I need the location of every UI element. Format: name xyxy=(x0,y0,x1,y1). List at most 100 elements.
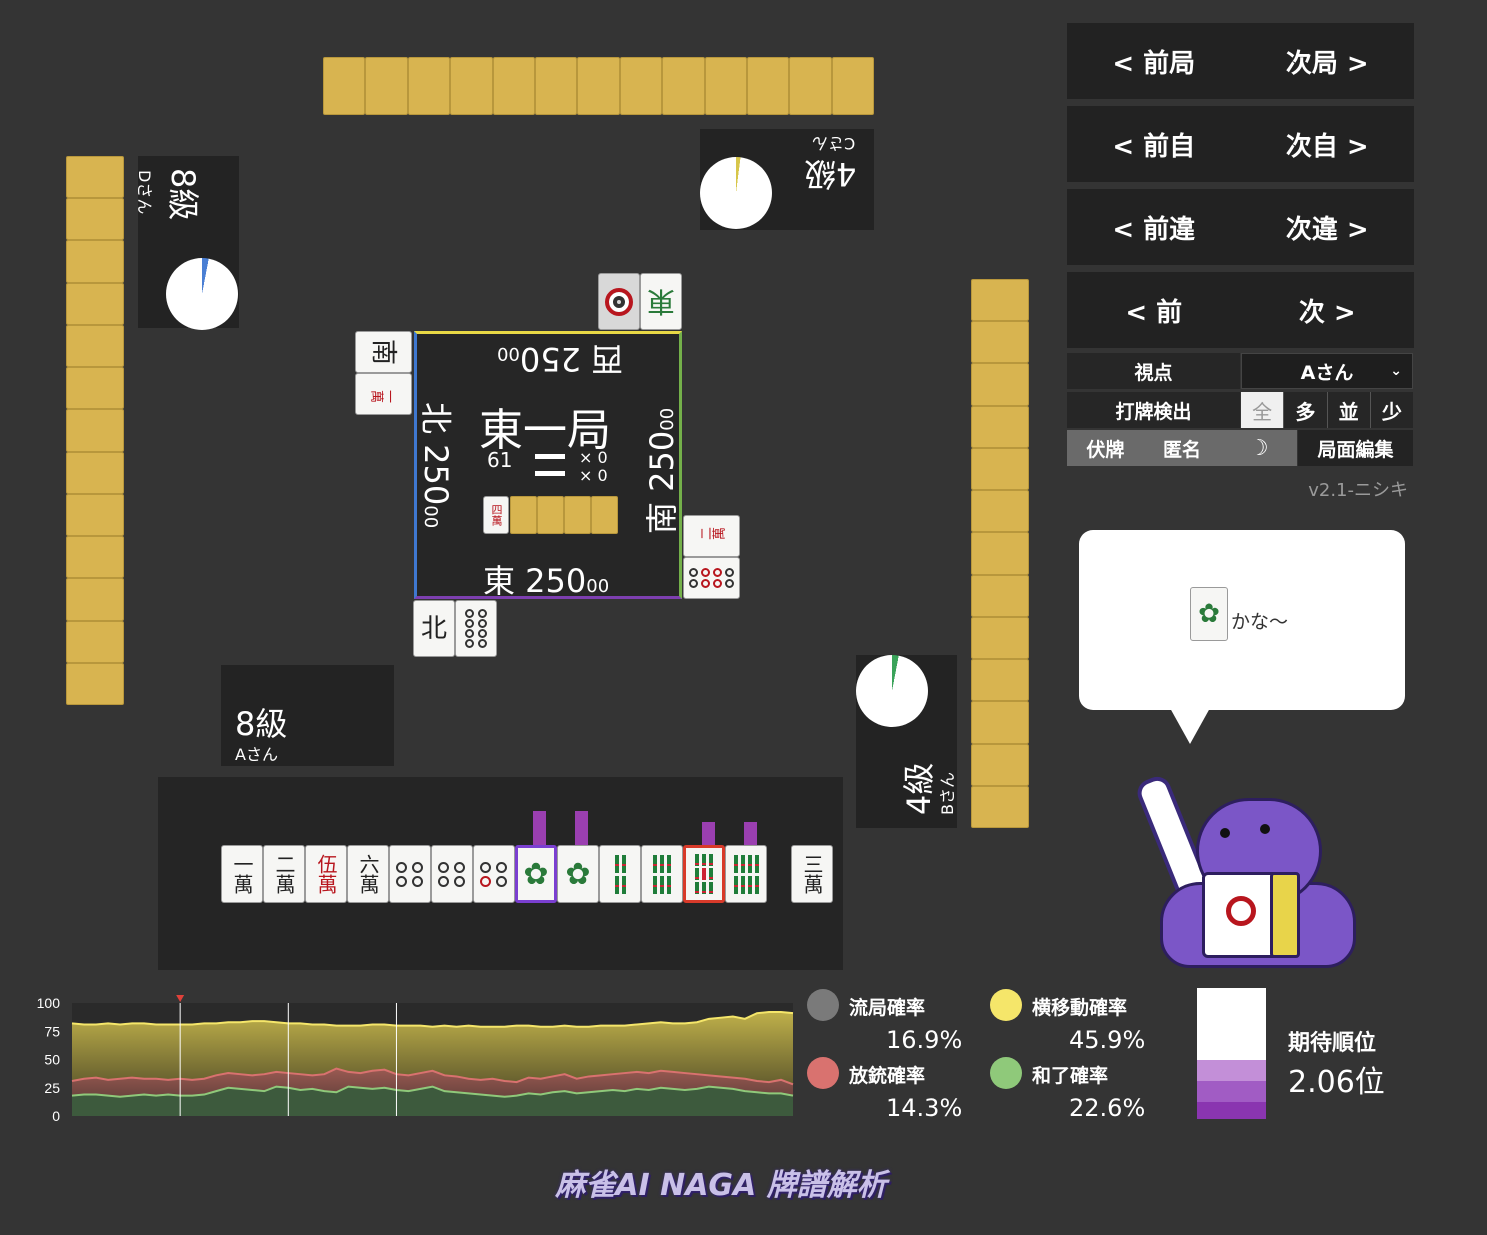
next-step-button[interactable]: 次 > xyxy=(1241,292,1415,329)
dora-indicator-tile: 四萬 xyxy=(483,496,509,534)
toggle-row: 伏牌 匿名 ☽ xyxy=(1067,430,1297,466)
next-mismatch-button[interactable]: 次違 > xyxy=(1241,209,1415,246)
hand-tile-one-sou[interactable]: ✿ xyxy=(557,845,599,903)
hand-tile-one-sou[interactable]: ✿ xyxy=(515,845,557,903)
recommendation-bar xyxy=(533,811,546,845)
y-tick-label: 25 xyxy=(44,1080,60,1096)
nav-row-mismatch: < 前違 次違 > xyxy=(1067,189,1414,265)
discard-tile-dora-ring xyxy=(598,273,640,330)
player-rank: 8級 xyxy=(235,705,288,743)
hand-tile-four-pin[interactable] xyxy=(431,845,473,903)
detect-option-all[interactable]: 全 xyxy=(1241,392,1285,428)
y-tick-label: 0 xyxy=(52,1108,60,1124)
legend-dot xyxy=(990,1057,1022,1089)
tiles-left: 61 xyxy=(487,448,513,472)
nav-row-round: < 前局 次局 > xyxy=(1067,23,1414,99)
player-panel-top: 4級 Cさん xyxy=(700,129,874,230)
viewpoint-select[interactable]: Aさん ⌄ xyxy=(1241,353,1413,389)
hand-tile[interactable]: 六萬 xyxy=(347,845,389,903)
hand-tile-five-pin[interactable] xyxy=(473,845,515,903)
center-board: 東一局 61 × 0 × 0 四萬 東 25000 西 25000 南 2500… xyxy=(414,331,682,600)
player-pie-chart xyxy=(166,258,238,330)
player-rank: 8級 xyxy=(164,168,202,221)
discard-tile[interactable]: 二萬 xyxy=(683,515,740,557)
next-self-button[interactable]: 次自 > xyxy=(1241,126,1415,163)
detect-options: 全 多 並 少 xyxy=(1241,392,1413,428)
rank-bar-segment xyxy=(1197,1060,1266,1081)
viewpoint-label: 視点 xyxy=(1067,353,1240,389)
discard-tile-eight-pin[interactable] xyxy=(683,557,740,599)
rank-bar-segment xyxy=(1197,1101,1266,1119)
hand-tiles: 一萬 二萬 伍萬 六萬 ✿ ✿ xyxy=(221,845,767,903)
prev-mismatch-button[interactable]: < 前違 xyxy=(1067,209,1241,246)
player-name: Bさん xyxy=(938,772,957,815)
legend-label: 流局確率 xyxy=(849,997,926,1019)
hand-tile[interactable]: 二萬 xyxy=(263,845,305,903)
probability-chart: 0 25 50 75 100 xyxy=(0,990,800,1125)
player-pie-chart xyxy=(700,157,772,229)
viewpoint-value: Aさん xyxy=(1300,361,1354,384)
rank-bar xyxy=(1197,988,1266,1119)
discard-tile[interactable]: 南 xyxy=(355,331,412,373)
hand-tile-four-pin[interactable] xyxy=(389,845,431,903)
discard-tile[interactable]: 一萬 xyxy=(355,373,412,415)
riichi-count: × 0 xyxy=(579,466,608,485)
player-panel-right: 4級 Bさん xyxy=(856,655,957,828)
detect-option-few[interactable]: 少 xyxy=(1371,392,1413,428)
next-round-button[interactable]: 次局 > xyxy=(1241,43,1415,80)
dora-back-tile xyxy=(537,496,564,534)
honba-count: × 0 xyxy=(579,448,608,467)
west-score: 西 25000 xyxy=(497,340,624,378)
discard-detect-label: 打牌検出 xyxy=(1067,392,1240,428)
legend-dot xyxy=(807,989,839,1021)
hand-tile[interactable]: 伍萬 xyxy=(305,845,347,903)
detect-option-many[interactable]: 多 xyxy=(1284,392,1328,428)
player-panel-left: 8級 Dさん xyxy=(135,156,239,330)
player-pie-chart xyxy=(856,655,928,727)
board-edit-button[interactable]: 局面編集 xyxy=(1298,430,1413,466)
moon-icon[interactable]: ☽ xyxy=(1220,436,1297,461)
player-rank: 4級 xyxy=(804,155,857,193)
recommendation-bar xyxy=(575,811,588,845)
naga-logo: 麻雀AI NAGA 牌譜解析 xyxy=(555,1168,887,1203)
prev-round-button[interactable]: < 前局 xyxy=(1067,43,1241,80)
dora-back-tile xyxy=(591,496,618,534)
legend-label: 和了確率 xyxy=(1032,1065,1109,1087)
nav-row-self: < 前自 次自 > xyxy=(1067,106,1414,182)
player-rank: 4級 xyxy=(900,762,938,815)
left-opponent-hand xyxy=(66,156,124,706)
discard-tile[interactable]: 北 xyxy=(413,600,455,657)
expected-rank-value: 2.06位 xyxy=(1288,1065,1385,1100)
drawn-tile[interactable]: 三萬 xyxy=(791,845,833,903)
hide-tiles-toggle[interactable]: 伏牌 xyxy=(1067,435,1144,462)
prev-self-button[interactable]: < 前自 xyxy=(1067,126,1241,163)
speech-bubble-tail xyxy=(1170,708,1210,744)
dora-back-tile xyxy=(564,496,591,534)
discard-tile[interactable]: 東 xyxy=(640,273,682,330)
y-tick-label: 75 xyxy=(44,1023,60,1039)
y-tick-label: 50 xyxy=(44,1052,60,1068)
legend-value: 45.9% xyxy=(1069,1026,1146,1054)
player-panel-self: 8級 Aさん xyxy=(221,665,394,766)
legend-dot xyxy=(807,1057,839,1089)
prev-step-button[interactable]: < 前 xyxy=(1067,292,1241,329)
version-label: v2.1-ニシキ xyxy=(1308,480,1408,501)
hand-tile-eight-sou[interactable] xyxy=(725,845,767,903)
mascot-snake xyxy=(1130,770,1356,980)
anonymous-toggle[interactable]: 匿名 xyxy=(1144,435,1221,462)
chevron-down-icon: ⌄ xyxy=(1390,363,1402,379)
legend-label: 放銃確率 xyxy=(849,1065,926,1087)
hand-tile[interactable]: 一萬 xyxy=(221,845,263,903)
right-opponent-hand xyxy=(971,279,1029,829)
nav-row-step: < 前 次 > xyxy=(1067,272,1414,348)
detect-option-normal[interactable]: 並 xyxy=(1328,392,1371,428)
hand-tile-four-sou[interactable] xyxy=(599,845,641,903)
hand-tile-six-sou[interactable] xyxy=(641,845,683,903)
north-score: 北 25000 xyxy=(417,402,455,529)
legend-label: 横移動確率 xyxy=(1032,997,1128,1019)
discard-tile-eight-pin[interactable] xyxy=(455,600,497,657)
rank-bar-segment xyxy=(1197,988,1266,1061)
hand-tile-nine-sou[interactable] xyxy=(683,845,725,903)
probability-chart-svg: 0 25 50 75 100 xyxy=(37,995,794,1124)
recommendation-bar xyxy=(744,822,757,845)
